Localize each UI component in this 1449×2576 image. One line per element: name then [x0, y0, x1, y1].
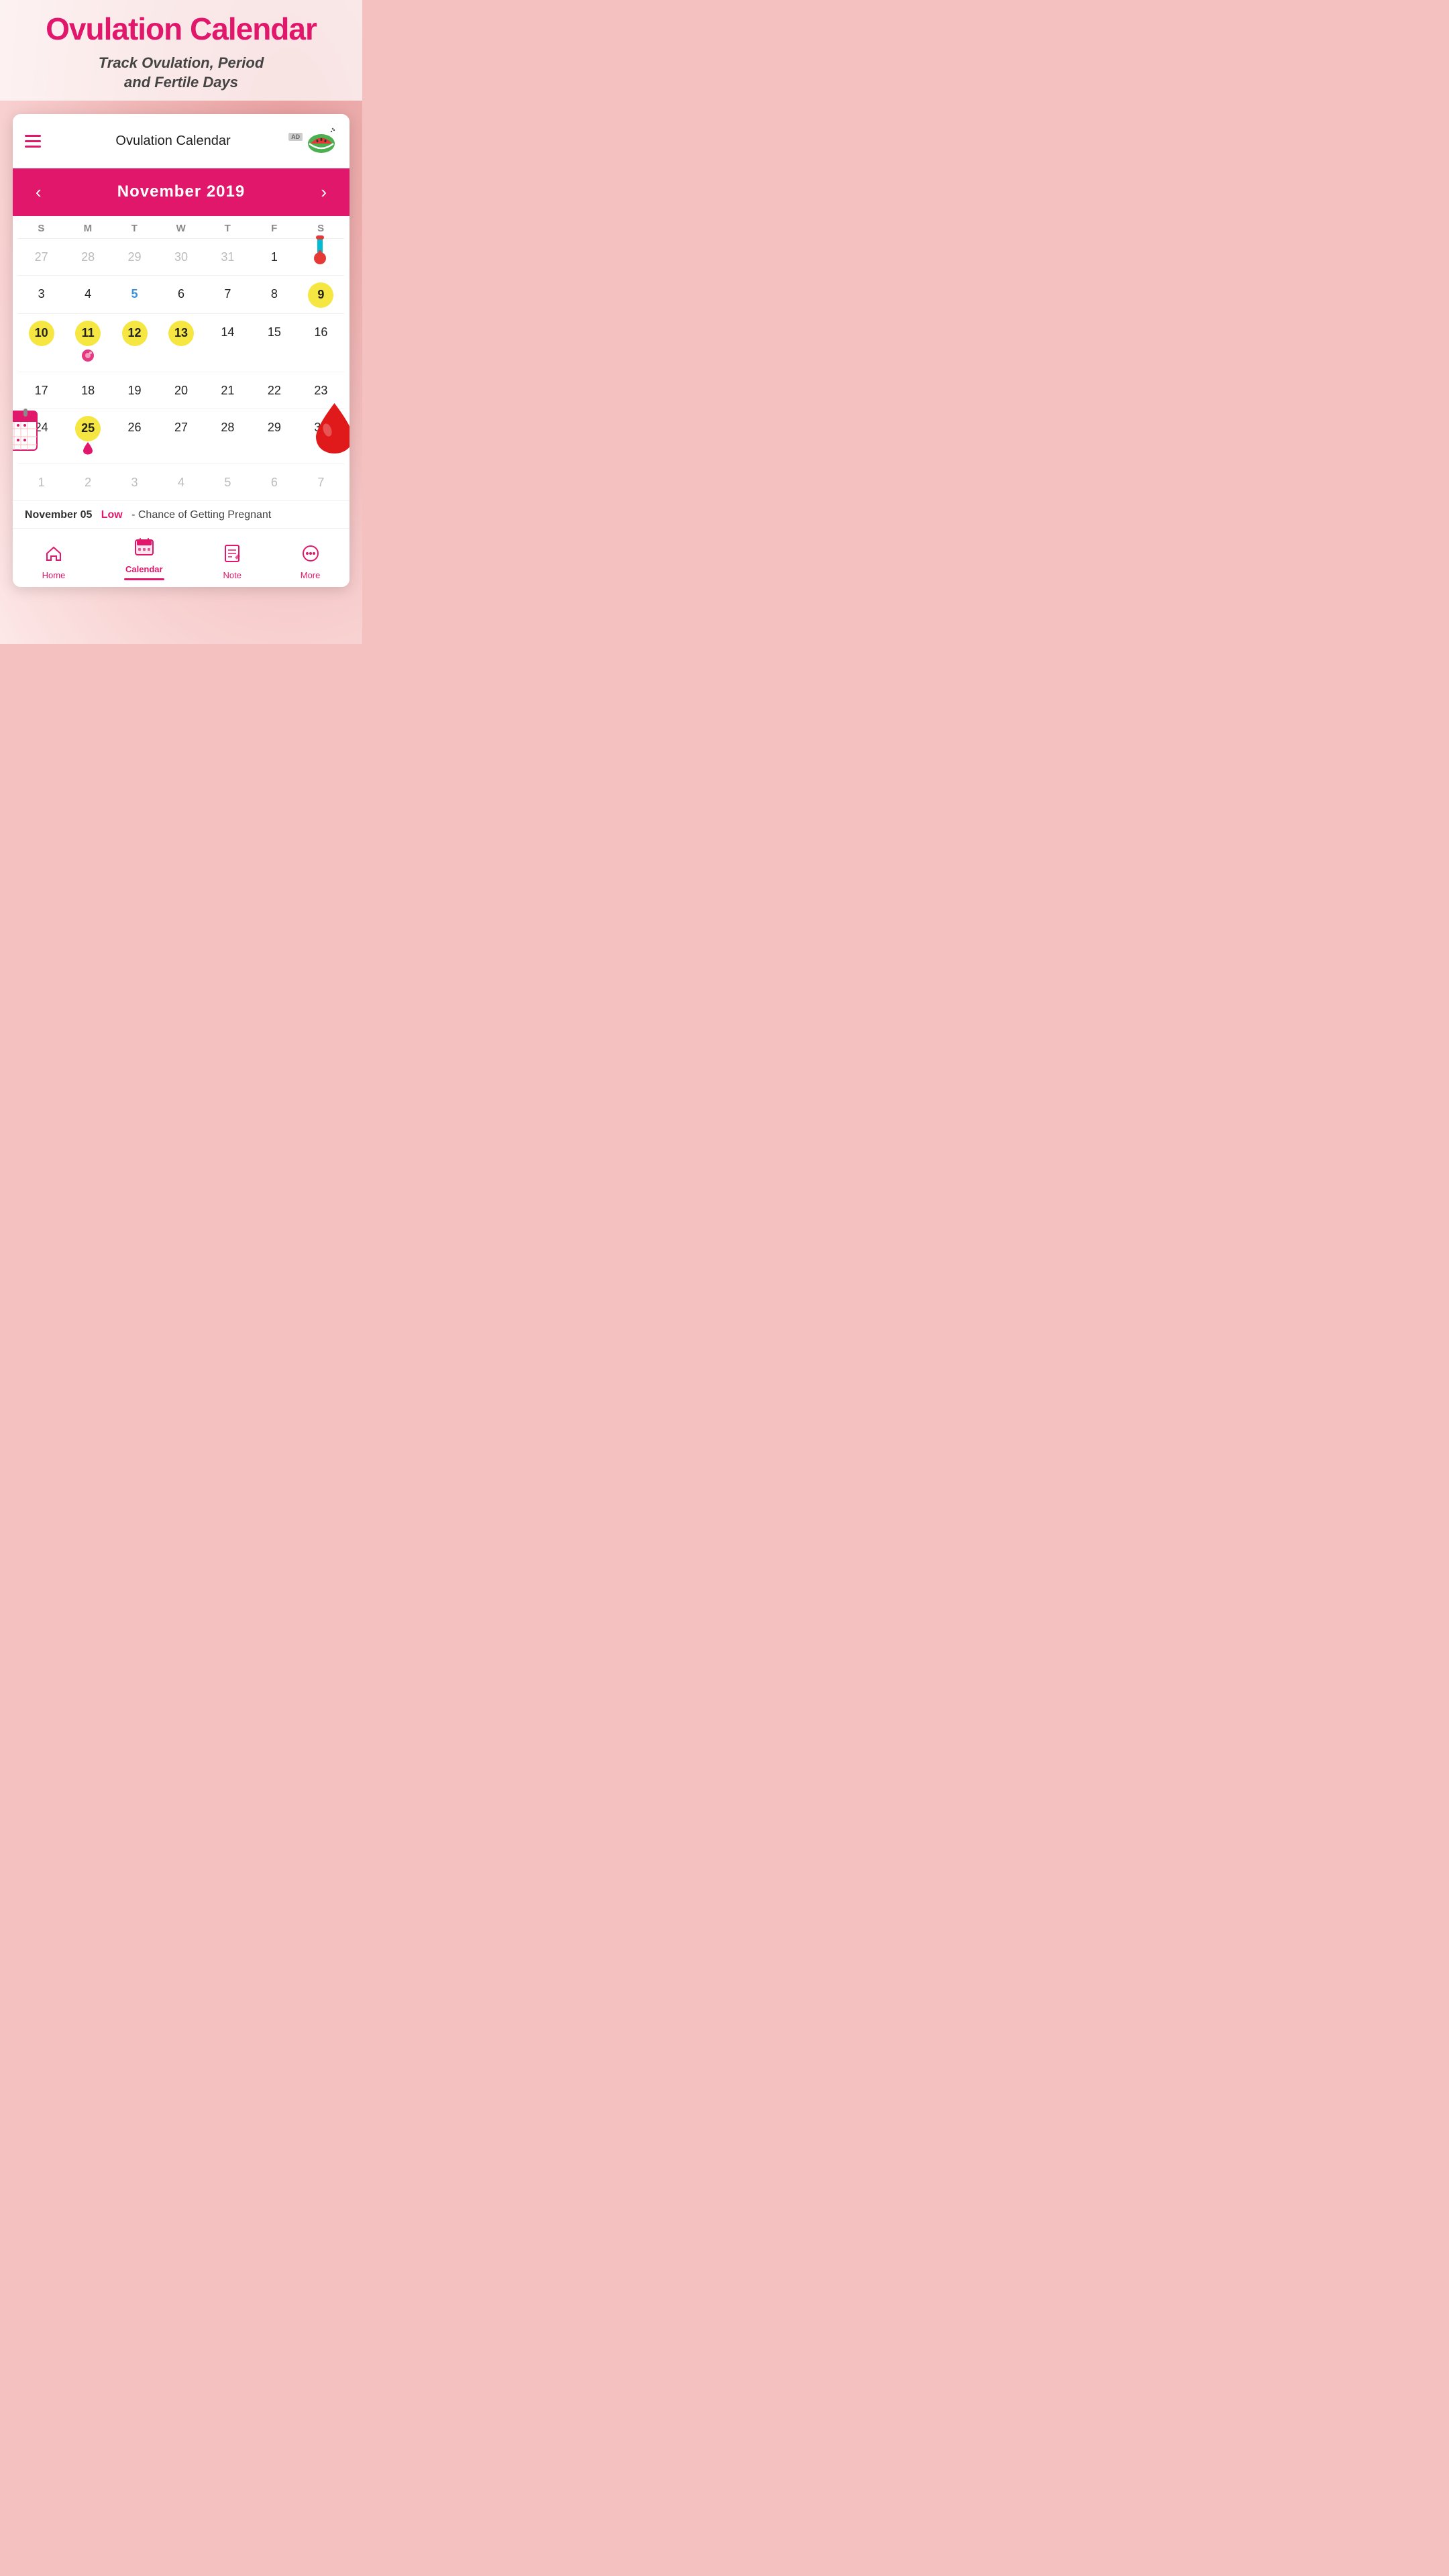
calendar-week-1: 27 28 29 30 31 1 2: [18, 238, 344, 275]
nav-label-calendar: Calendar: [125, 564, 163, 574]
cal-day-28-oct[interactable]: 28: [64, 239, 111, 275]
nav-item-more[interactable]: More: [287, 541, 334, 583]
day-label-mon: M: [64, 223, 111, 234]
app-card: Ovulation Calendar AD: [13, 114, 350, 587]
calendar-week-6: 1 2 3 4 5 6 7: [18, 464, 344, 500]
cal-day-2-dec[interactable]: 2: [64, 464, 111, 500]
cal-day-18-nov[interactable]: 18: [64, 372, 111, 409]
cal-day-14-nov[interactable]: 14: [205, 314, 251, 372]
cal-day-29-oct[interactable]: 29: [111, 239, 158, 275]
cal-day-30-oct[interactable]: 30: [158, 239, 204, 275]
cal-day-5-dec[interactable]: 5: [205, 464, 251, 500]
status-date: November 05: [25, 509, 93, 521]
status-description: - Chance of Getting Pregnant: [131, 509, 271, 521]
cal-day-7-dec[interactable]: 7: [298, 464, 344, 500]
next-month-button[interactable]: ›: [314, 179, 333, 205]
cal-day-16-nov[interactable]: 16: [298, 314, 344, 372]
cal-day-31-oct[interactable]: 31: [205, 239, 251, 275]
cal-day-22-nov[interactable]: 22: [251, 372, 297, 409]
note-icon: [223, 544, 241, 568]
cal-day-12-nov[interactable]: 12: [111, 314, 158, 372]
cal-day-13-nov[interactable]: 13: [158, 314, 204, 372]
cal-day-20-nov[interactable]: 20: [158, 372, 204, 409]
small-calendar-decoration: [13, 406, 38, 455]
cal-day-29-nov[interactable]: 29: [251, 409, 297, 464]
watermelon-icon: [305, 123, 337, 156]
prev-month-button[interactable]: ‹: [29, 179, 48, 205]
cal-day-7-nov[interactable]: 7: [205, 276, 251, 313]
active-bar: [124, 578, 164, 580]
nav-item-note[interactable]: Note: [209, 541, 255, 583]
status-level: Low: [101, 509, 123, 521]
month-header: ‹ November 2019 ›: [13, 168, 350, 216]
app-title: Ovulation Calendar: [13, 12, 349, 46]
month-year-label: November 2019: [117, 182, 245, 201]
topbar-title: Ovulation Calendar: [115, 133, 230, 149]
cal-day-8-nov[interactable]: 8: [251, 276, 297, 313]
app-subtitle: Track Ovulation, Periodand Fertile Days: [13, 53, 349, 93]
cal-day-27-oct[interactable]: 27: [18, 239, 64, 275]
cal-day-4-dec[interactable]: 4: [158, 464, 204, 500]
cal-day-17-nov[interactable]: 17: [18, 372, 64, 409]
big-blood-drop: [313, 400, 350, 460]
day-label-sat: S: [298, 223, 344, 234]
cal-day-1-dec[interactable]: 1: [18, 464, 64, 500]
calendar-week-5: 24 25 26 27 28 29 30: [18, 409, 344, 464]
cal-day-27-nov[interactable]: 27: [158, 409, 204, 464]
cal-day-28-nov[interactable]: 28: [205, 409, 251, 464]
day-labels-row: S M T W T F S: [13, 216, 350, 238]
day-label-sun: S: [18, 223, 64, 234]
more-icon: [301, 544, 320, 568]
app-header: Ovulation Calendar Track Ovulation, Peri…: [0, 0, 362, 101]
day-label-wed: W: [158, 223, 204, 234]
cal-day-4-nov[interactable]: 4: [64, 276, 111, 313]
ad-badge: AD: [288, 133, 303, 141]
cal-day-10-nov[interactable]: 10: [18, 314, 64, 372]
cal-day-6-dec[interactable]: 6: [251, 464, 297, 500]
day-label-tue: T: [111, 223, 158, 234]
cal-day-25-nov[interactable]: 25: [64, 409, 111, 464]
cal-day-15-nov[interactable]: 15: [251, 314, 297, 372]
cal-day-26-nov[interactable]: 26: [111, 409, 158, 464]
cal-day-5-nov[interactable]: 5: [111, 276, 158, 313]
nav-label-note: Note: [223, 570, 241, 580]
hamburger-menu[interactable]: [25, 135, 41, 148]
status-bar: November 05 Low - Chance of Getting Preg…: [13, 500, 350, 528]
bottom-nav: Home Calendar: [13, 528, 350, 587]
cal-day-3-dec[interactable]: 3: [111, 464, 158, 500]
nav-label-home: Home: [42, 570, 66, 580]
cal-day-9-nov[interactable]: 9: [298, 276, 344, 313]
cal-day-11-nov[interactable]: 11: [64, 314, 111, 372]
day-label-thu: T: [205, 223, 251, 234]
nav-item-calendar[interactable]: Calendar: [111, 534, 178, 583]
top-bar: Ovulation Calendar AD: [13, 114, 350, 168]
period-drop-small: [83, 441, 93, 458]
day-label-fri: F: [251, 223, 297, 234]
cal-day-1-nov[interactable]: 1: [251, 239, 297, 275]
calendar-week-2: 3 4 5 6 7 8 9: [18, 275, 344, 313]
nav-label-more: More: [301, 570, 321, 580]
cal-day-3-nov[interactable]: 3: [18, 276, 64, 313]
cal-day-21-nov[interactable]: 21: [205, 372, 251, 409]
home-icon: [44, 544, 63, 568]
nav-item-home[interactable]: Home: [29, 541, 79, 583]
thermometer-decoration: [303, 234, 337, 269]
cal-day-19-nov[interactable]: 19: [111, 372, 158, 409]
ovulation-indicator: [80, 348, 95, 366]
cal-day-6-nov[interactable]: 6: [158, 276, 204, 313]
calendar-grid: 27 28 29 30 31 1 2 3 4 5 6 7 8 9 10: [13, 238, 350, 500]
calendar-week-4: 17 18 19 20 21 22 23: [18, 372, 344, 409]
calendar-nav-icon: [134, 537, 154, 561]
calendar-week-3: 10 11 12 13 14 15 16: [18, 313, 344, 372]
